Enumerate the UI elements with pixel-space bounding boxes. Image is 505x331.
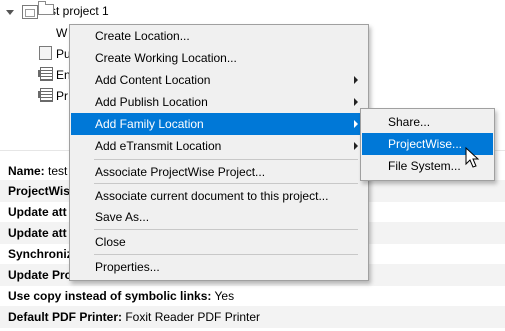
menu-item-add-etransmit-location[interactable]: Add eTransmit Location: [71, 135, 367, 157]
submenu-arrow-icon: [354, 76, 358, 84]
tree-item-label: W: [56, 26, 68, 40]
menu-item-label: Add eTransmit Location: [95, 139, 222, 153]
submenu-item-share[interactable]: Share...: [362, 111, 493, 133]
submenu-item-label: Share...: [388, 115, 431, 129]
menu-separator: [94, 183, 358, 184]
menu-separator: [94, 254, 358, 255]
family-location-submenu: Share... ProjectWise... File System...: [360, 108, 495, 181]
menu-item-save-as[interactable]: Save As...: [71, 206, 367, 228]
property-key: ProjectWis: [8, 184, 70, 198]
property-value: test: [44, 164, 68, 178]
submenu-item-label: File System...: [388, 159, 461, 173]
menu-item-label: Create Location...: [95, 29, 190, 43]
menu-separator: [94, 229, 358, 230]
collapse-arrow-icon[interactable]: [6, 10, 14, 15]
menu-item-add-publish-location[interactable]: Add Publish Location: [71, 91, 367, 113]
submenu-item-label: ProjectWise...: [388, 137, 463, 151]
property-value: Foxit Reader PDF Printer: [122, 310, 261, 324]
submenu-arrow-icon: [354, 142, 358, 150]
property-key: Update Pro: [8, 268, 73, 282]
menu-item-associate-current-document[interactable]: Associate current document to this proje…: [71, 185, 367, 207]
mouse-cursor-icon: [465, 147, 480, 168]
property-key: Name:: [8, 164, 45, 178]
menu-item-add-content-location[interactable]: Add Content Location: [71, 69, 367, 91]
grid-icon: [38, 88, 53, 102]
project-icon: [22, 5, 38, 19]
menu-item-close[interactable]: Close: [71, 231, 367, 253]
context-menu: Create Location... Create Working Locati…: [69, 24, 369, 281]
property-key: Update att: [8, 205, 67, 219]
submenu-arrow-icon: [354, 120, 358, 128]
submenu-arrow-icon: [354, 98, 358, 106]
property-key: Use copy instead of symbolic links:: [8, 289, 212, 303]
menu-separator: [94, 159, 358, 160]
menu-item-label: Add Family Location: [95, 117, 204, 131]
grid-icon: [38, 67, 53, 81]
property-row: Default PDF Printer: Foxit Reader PDF Pr…: [0, 306, 505, 328]
property-key: Default PDF Printer:: [8, 310, 123, 324]
property-key: Update att: [8, 226, 67, 240]
tree-item[interactable]: W: [56, 24, 67, 42]
menu-item-create-location[interactable]: Create Location...: [71, 25, 367, 47]
menu-item-label: Properties...: [95, 260, 160, 274]
menu-item-label: Create Working Location...: [95, 51, 237, 65]
menu-item-label: Add Publish Location: [95, 95, 208, 109]
menu-item-associate-projectwise-project[interactable]: Associate ProjectWise Project...: [71, 161, 367, 183]
menu-item-label: Add Content Location: [95, 73, 211, 87]
tree-item-label: Pr: [56, 89, 68, 103]
menu-item-add-family-location[interactable]: Add Family Location: [71, 113, 367, 135]
menu-item-properties[interactable]: Properties...: [71, 256, 367, 278]
menu-item-label: Save As...: [95, 210, 150, 224]
menu-item-create-working-location[interactable]: Create Working Location...: [71, 47, 367, 69]
tree-item[interactable]: Pr: [56, 87, 68, 105]
folder-icon: [38, 1, 54, 15]
menu-item-label: Associate current document to this proje…: [95, 189, 329, 203]
share-icon: [39, 46, 52, 60]
menu-item-label: Close: [95, 235, 126, 249]
property-value: Yes: [211, 289, 235, 303]
property-key: Synchroniz: [8, 247, 73, 261]
menu-item-label: Associate ProjectWise Project...: [95, 165, 266, 179]
property-row: Use copy instead of symbolic links: Yes: [0, 285, 505, 307]
